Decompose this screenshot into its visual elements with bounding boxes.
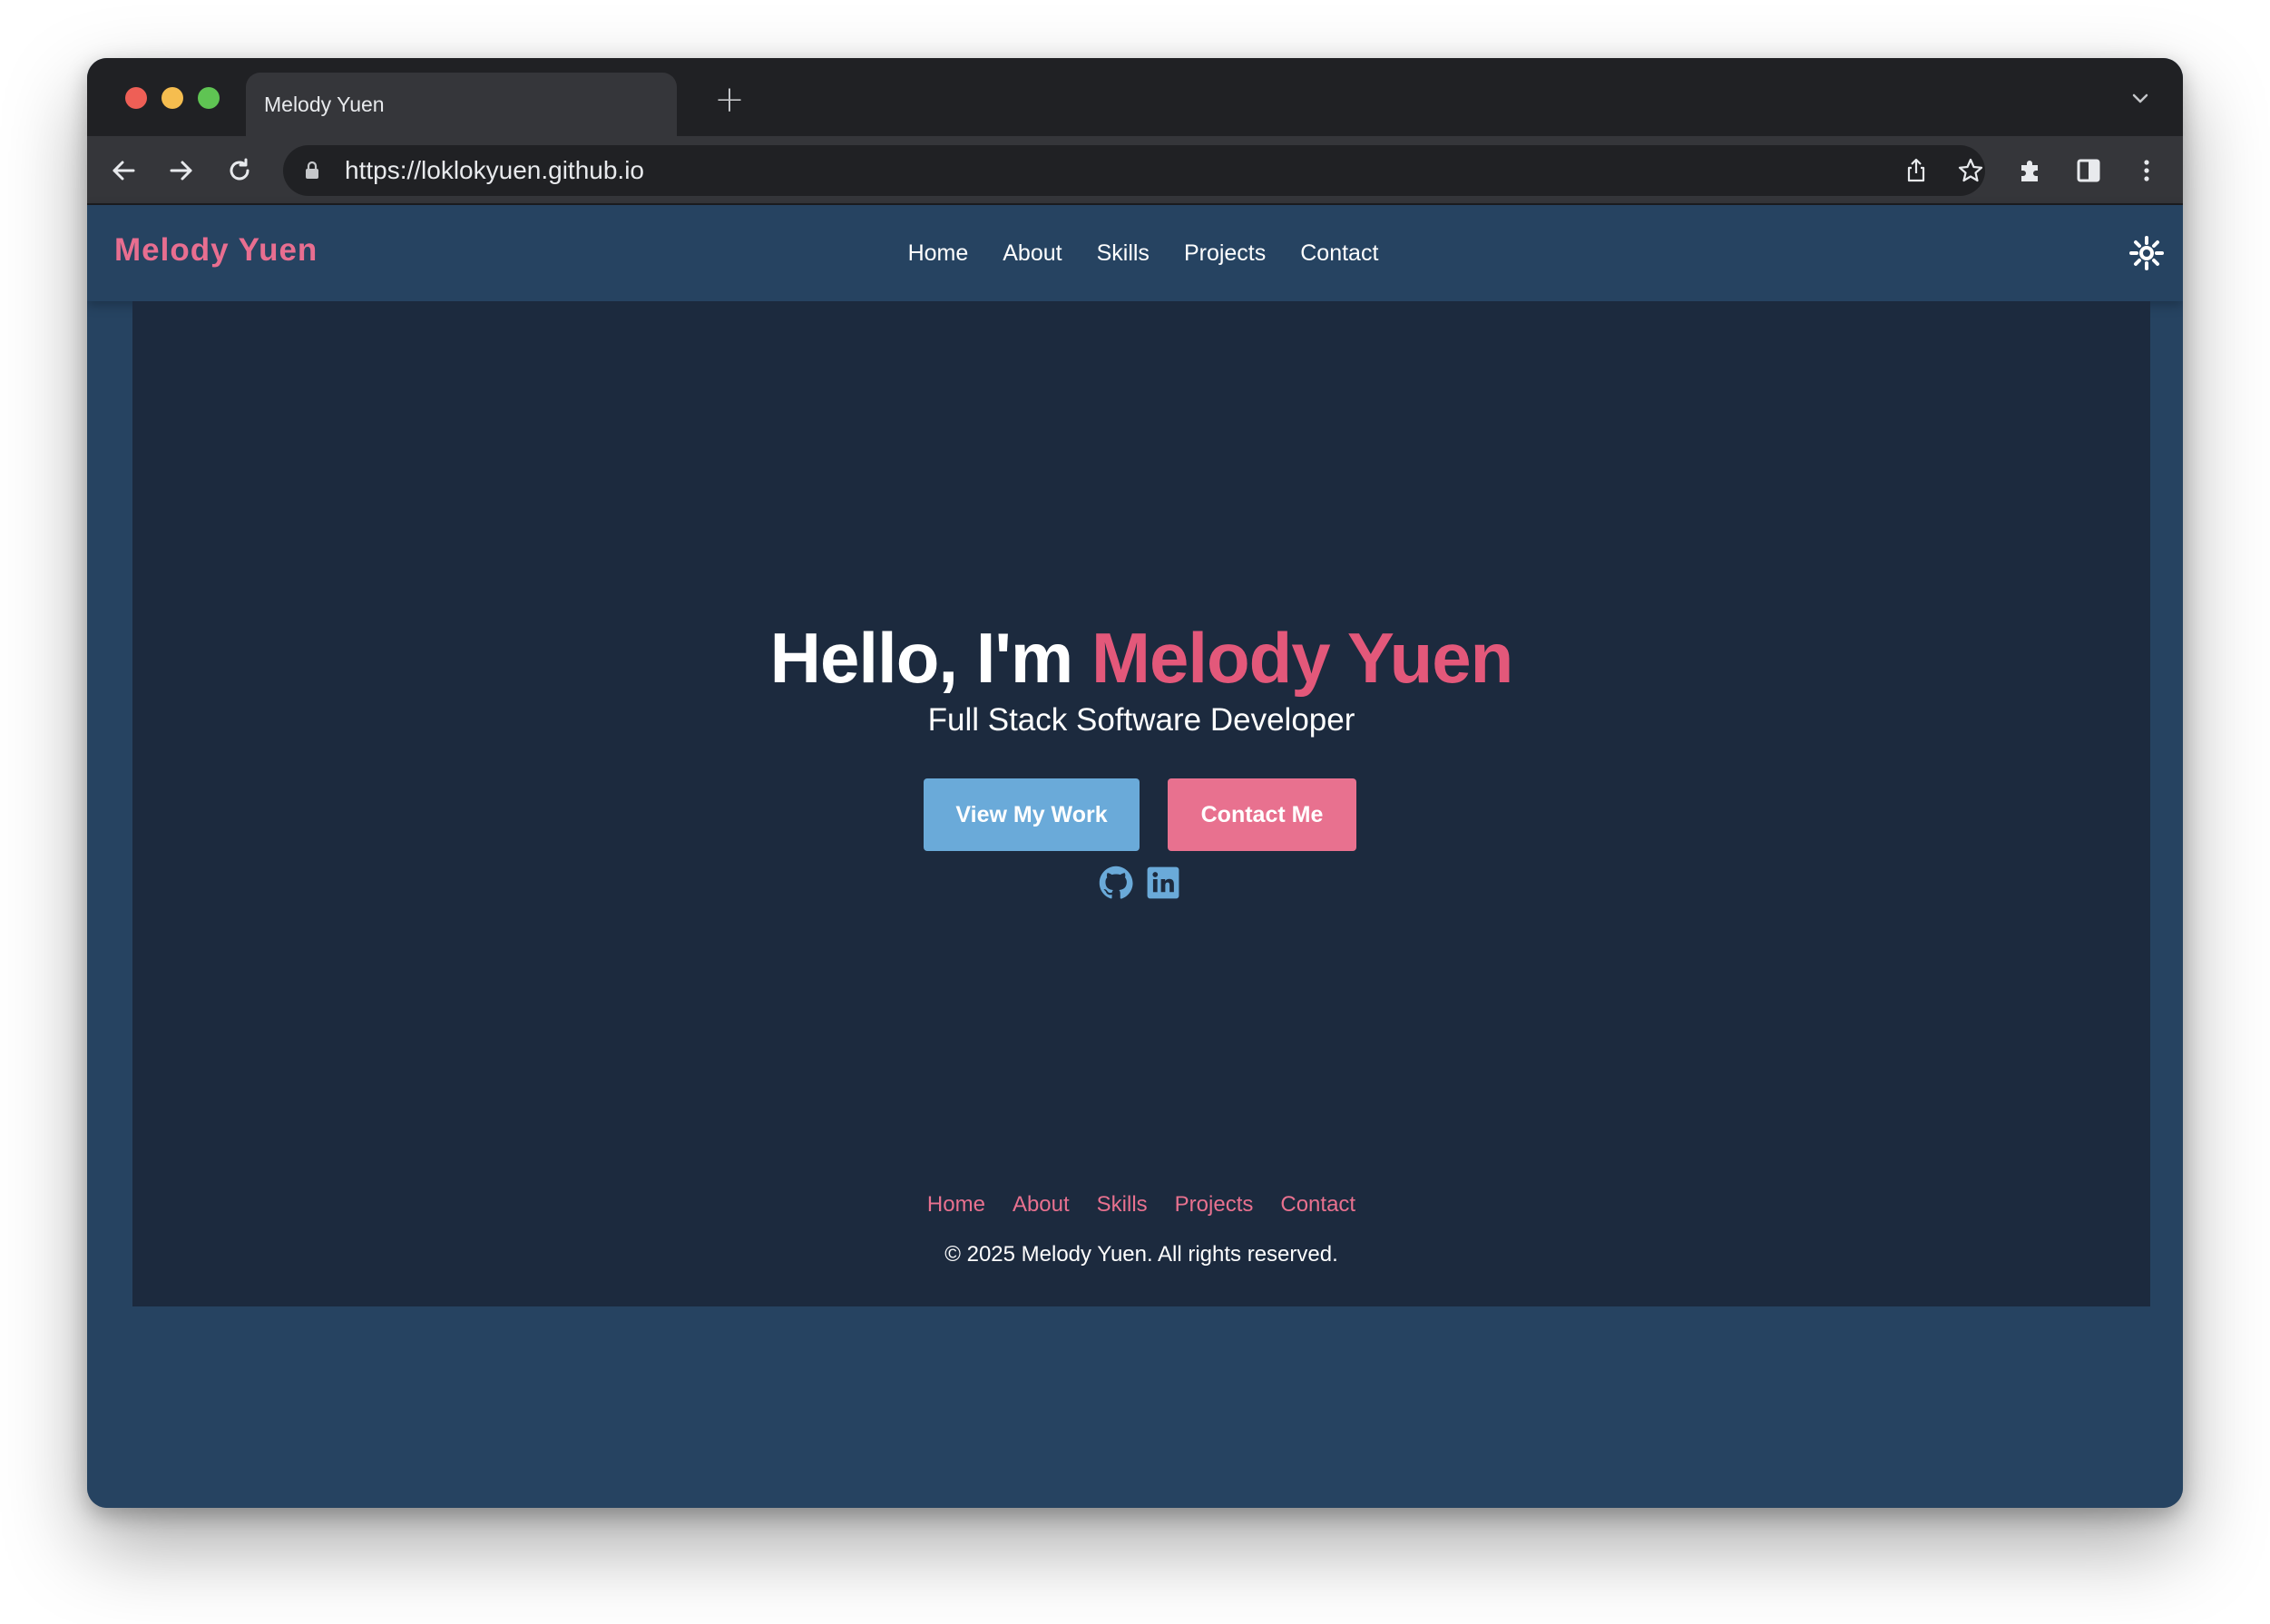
nav-link-about[interactable]: About <box>1003 240 1062 267</box>
copyright-text: © 2025 Melody Yuen. All rights reserved. <box>944 1242 1338 1267</box>
footer-link-projects[interactable]: Projects <box>1175 1192 1254 1218</box>
minimize-window-button[interactable] <box>161 87 183 109</box>
hero-headline: Hello, I'm Melody Yuen <box>132 617 2150 699</box>
hero-section: Hello, I'm Melody Yuen Full Stack Softwa… <box>132 301 2150 1306</box>
footer-link-about[interactable]: About <box>1013 1192 1070 1218</box>
tab-title: Melody Yuen <box>264 92 385 116</box>
close-window-button[interactable] <box>125 87 147 109</box>
browser-window: Melody Yuen + https://loklokyuen.github.… <box>87 58 2183 1508</box>
browser-toolbar: https://loklokyuen.github.io <box>87 136 2183 205</box>
footer-link-contact[interactable]: Contact <box>1280 1192 1355 1218</box>
menu-icon[interactable] <box>2130 154 2163 187</box>
website: Melody Yuen Home About Skills Projects C… <box>87 205 2183 1508</box>
nav-link-home[interactable]: Home <box>908 240 969 267</box>
tab-search-chevron-icon[interactable] <box>2127 85 2154 113</box>
browser-tab[interactable]: Melody Yuen <box>246 73 677 136</box>
view-my-work-button[interactable]: View My Work <box>924 778 1140 851</box>
site-navbar: Melody Yuen Home About Skills Projects C… <box>87 205 2183 301</box>
footer-link-home[interactable]: Home <box>927 1192 985 1218</box>
forward-icon[interactable] <box>165 154 198 187</box>
nav-link-skills[interactable]: Skills <box>1097 240 1150 267</box>
bookmark-star-icon[interactable] <box>1956 156 1985 185</box>
url-text[interactable]: https://loklokyuen.github.io <box>345 145 644 196</box>
nav-link-projects[interactable]: Projects <box>1184 240 1266 267</box>
share-icon[interactable] <box>1902 156 1931 185</box>
reload-icon[interactable] <box>223 154 256 187</box>
back-icon[interactable] <box>107 154 140 187</box>
hero-name: Melody Yuen <box>1091 618 1513 698</box>
extensions-icon[interactable] <box>2014 154 2047 187</box>
footer-link-skills[interactable]: Skills <box>1097 1192 1148 1218</box>
github-icon[interactable] <box>1099 866 1133 900</box>
primary-nav: Home About Skills Projects Contact <box>87 205 2183 301</box>
lock-icon[interactable] <box>303 161 321 181</box>
side-panel-icon[interactable] <box>2072 154 2105 187</box>
maximize-window-button[interactable] <box>198 87 220 109</box>
nav-link-contact[interactable]: Contact <box>1300 240 1378 267</box>
sun-icon[interactable] <box>2128 235 2165 271</box>
contact-me-button[interactable]: Contact Me <box>1168 778 1356 851</box>
footer-nav: Home About Skills Projects Contact <box>132 1192 2150 1218</box>
tab-strip: Melody Yuen + <box>87 58 2183 136</box>
hero-subtitle: Full Stack Software Developer <box>927 702 1355 738</box>
linkedin-icon[interactable] <box>1146 866 1180 900</box>
hero-greeting: Hello, I'm <box>769 618 1091 698</box>
new-tab-button[interactable]: + <box>711 82 748 118</box>
